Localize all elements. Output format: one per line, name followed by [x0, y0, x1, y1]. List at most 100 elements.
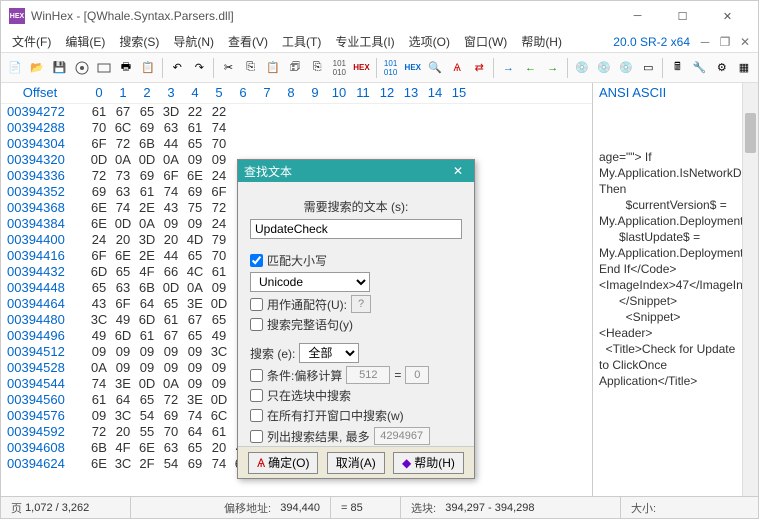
hex-row[interactable]: 00394288706C69636174 — [1, 120, 592, 136]
find-icon[interactable]: 🔍 — [425, 57, 445, 79]
find-binary-icon[interactable]: 101010 — [381, 57, 401, 79]
hex-bytes[interactable]: 0D0A0D0A0909 — [79, 152, 231, 168]
all-windows-checkbox[interactable]: 在所有打开窗口中搜索(w) — [250, 407, 404, 424]
undo-icon[interactable]: ↶ — [167, 57, 187, 79]
save-icon[interactable]: 💾 — [49, 57, 69, 79]
hex-col-header: 8 — [279, 85, 303, 101]
hex-bytes[interactable]: 616465723E0D — [79, 392, 231, 408]
hex-icon[interactable]: HEX — [351, 57, 371, 79]
disk2-icon[interactable]: 💿 — [594, 57, 614, 79]
find-hex-icon[interactable]: HEX — [403, 57, 423, 79]
hex-bytes[interactable]: 6F726B446570 — [79, 136, 231, 152]
drive-icon[interactable] — [94, 57, 114, 79]
mdi-restore-icon[interactable]: ❐ — [716, 34, 734, 50]
grid-icon[interactable]: ▦ — [734, 57, 754, 79]
close-button[interactable]: ✕ — [705, 2, 750, 30]
wildcard-help-button[interactable]: ? — [351, 295, 371, 313]
calc-icon[interactable]: 🖩 — [667, 57, 687, 79]
search-text-input[interactable] — [250, 219, 462, 239]
hex-bytes[interactable]: 496D61676549 — [79, 328, 231, 344]
hex-bytes[interactable]: 6E742E437572 — [79, 200, 231, 216]
disk-icon[interactable] — [72, 57, 92, 79]
copy-hex-icon[interactable]: ⎘ — [307, 57, 327, 79]
print-icon[interactable]: 🖶 — [116, 57, 136, 79]
menu-view[interactable]: 查看(V) — [221, 31, 275, 52]
hex-bytes[interactable]: 093C5469746C — [79, 408, 231, 424]
find-text-icon[interactable]: Ѧ — [447, 57, 467, 79]
whole-words-checkbox[interactable]: 搜索完整语句(y) — [250, 316, 353, 333]
offset-value: 00394448 — [1, 280, 79, 296]
menu-search[interactable]: 搜索(S) — [112, 31, 166, 52]
forward-icon[interactable]: → — [543, 57, 563, 79]
paste-icon[interactable]: 📋 — [263, 57, 283, 79]
ok-button[interactable]: Ѧ确定(O) — [248, 452, 318, 474]
scrollbar-thumb[interactable] — [745, 113, 756, 153]
back-icon[interactable]: ← — [520, 57, 540, 79]
ascii-panel[interactable]: ANSI ASCII age=""> If My.Application.IsN… — [592, 83, 742, 496]
vertical-scrollbar[interactable] — [742, 83, 758, 496]
dialog-titlebar[interactable]: 查找文本 ✕ — [238, 160, 474, 182]
hex-bytes[interactable]: 436F64653E0D — [79, 296, 231, 312]
menu-pro-tools[interactable]: 专业工具(I) — [328, 31, 401, 52]
menu-navigate[interactable]: 导航(N) — [166, 31, 221, 52]
redo-icon[interactable]: ↷ — [189, 57, 209, 79]
hex-row[interactable]: 003942726167653D2222 — [1, 104, 592, 120]
copy-icon[interactable]: ⎘ — [241, 57, 261, 79]
cut-icon[interactable]: ✂ — [218, 57, 238, 79]
menu-edit[interactable]: 编辑(E) — [58, 31, 112, 52]
cancel-button[interactable]: 取消(A) — [327, 452, 385, 474]
cond-mod-input[interactable] — [346, 366, 390, 384]
hex-col-header: 1 — [111, 85, 135, 101]
menu-tools[interactable]: 工具(T) — [275, 31, 328, 52]
gear-icon[interactable]: ⚙ — [712, 57, 732, 79]
disk1-icon[interactable]: 💿 — [572, 57, 592, 79]
wildcards-checkbox[interactable]: 用作通配符(U): — [250, 296, 347, 313]
properties-icon[interactable]: 📋 — [138, 57, 158, 79]
hex-row[interactable]: 003943046F726B446570 — [1, 136, 592, 152]
hex-bytes[interactable]: 24203D204D79 — [79, 232, 231, 248]
dialog-close-icon[interactable]: ✕ — [448, 164, 468, 178]
hex-bytes[interactable]: 6D654F664C61 — [79, 264, 231, 280]
help-button[interactable]: ◆帮助(H) — [393, 452, 464, 474]
hex-bytes[interactable]: 0A0909090909 — [79, 360, 231, 376]
offset-value: 00394560 — [1, 392, 79, 408]
disk3-icon[interactable]: 💿 — [616, 57, 636, 79]
tool-icon[interactable]: 🔧 — [690, 57, 710, 79]
scope-select[interactable]: 全部 — [299, 343, 359, 363]
only-block-checkbox[interactable]: 只在选块中搜索 — [250, 387, 351, 404]
match-case-checkbox[interactable]: 匹配大小写 — [250, 252, 327, 269]
maximize-button[interactable]: ☐ — [660, 2, 705, 30]
hex-bytes[interactable]: 09090909093C — [79, 344, 231, 360]
offset-value: 00394496 — [1, 328, 79, 344]
menu-file[interactable]: 文件(F) — [5, 31, 58, 52]
hex-bytes[interactable]: 722055706461 — [79, 424, 231, 440]
menu-window[interactable]: 窗口(W) — [457, 31, 514, 52]
clipboard-icon[interactable]: 🗊 — [285, 57, 305, 79]
minimize-button[interactable]: ─ — [615, 2, 660, 30]
binary-icon[interactable]: 101010 — [329, 57, 349, 79]
hex-bytes[interactable]: 743E0D0A0909 — [79, 376, 231, 392]
hex-bytes[interactable]: 69636174696F — [79, 184, 231, 200]
hex-bytes[interactable]: 7273696F6E24 — [79, 168, 231, 184]
menu-options[interactable]: 选项(O) — [402, 31, 457, 52]
cond-offset-checkbox[interactable]: 条件:偏移计算 — [250, 367, 342, 384]
list-max-input[interactable] — [374, 427, 430, 445]
mdi-minimize-icon[interactable]: ─ — [696, 34, 714, 50]
hex-bytes[interactable]: 6E0D0A090924 — [79, 216, 231, 232]
menu-help[interactable]: 帮助(H) — [514, 31, 569, 52]
hex-bytes[interactable]: 3C496D616765 — [79, 312, 231, 328]
replace-icon[interactable]: ⇄ — [469, 57, 489, 79]
open-folder-icon[interactable]: 📂 — [27, 57, 47, 79]
new-file-icon[interactable]: 📄 — [5, 57, 25, 79]
hex-bytes[interactable]: 6F6E2E446570 — [79, 248, 231, 264]
hex-bytes[interactable]: 706C69636174 — [79, 120, 231, 136]
hex-bytes[interactable]: 65636B0D0A09 — [79, 280, 231, 296]
goto-icon[interactable]: → — [498, 57, 518, 79]
mdi-close-icon[interactable]: ✕ — [736, 34, 754, 50]
cond-rem-input[interactable] — [405, 366, 429, 384]
ram-icon[interactable]: ▭ — [638, 57, 658, 79]
hex-bytes[interactable]: 6167653D2222 — [79, 104, 231, 120]
list-results-checkbox[interactable]: 列出搜索结果, 最多 — [250, 428, 370, 445]
offset-value: 00394352 — [1, 184, 79, 200]
encoding-select[interactable]: Unicode — [250, 272, 370, 292]
